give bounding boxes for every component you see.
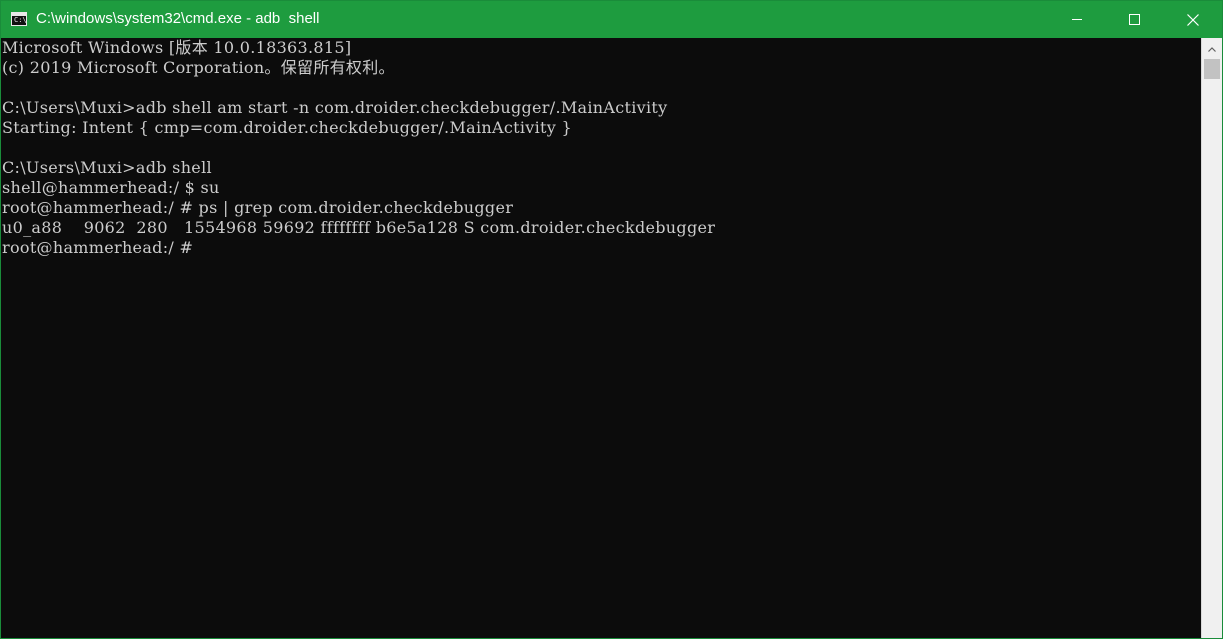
- chevron-up-icon: [1208, 39, 1216, 57]
- console-line: Starting: Intent { cmp=com.droider.check…: [2, 118, 572, 137]
- cmd-window: C:\ C:\windows\system32\cmd.exe - adb sh…: [0, 0, 1223, 639]
- scroll-up-button[interactable]: [1202, 38, 1222, 58]
- console-line: root@hammerhead:/ # ps | grep com.droide…: [2, 198, 514, 217]
- minimize-button[interactable]: [1049, 1, 1105, 38]
- console-line: C:\Users\Muxi>adb shell: [2, 158, 212, 177]
- close-icon: [1186, 13, 1199, 26]
- console-output[interactable]: Microsoft Windows [版本 10.0.18363.815] (c…: [2, 38, 1201, 638]
- console-line: shell@hammerhead:/ $ su: [2, 178, 220, 197]
- vertical-scrollbar[interactable]: [1201, 38, 1222, 638]
- maximize-button[interactable]: [1106, 1, 1162, 38]
- minimize-icon: [1072, 19, 1082, 20]
- window-title: C:\windows\system32\cmd.exe - adb shell: [36, 10, 320, 27]
- console-line: root@hammerhead:/ #: [2, 238, 194, 257]
- scroll-thumb[interactable]: [1204, 59, 1220, 79]
- console-line: Microsoft Windows [版本 10.0.18363.815]: [2, 38, 352, 57]
- console-line: u0_a88 9062 280 1554968 59692 ffffffff b…: [2, 218, 716, 237]
- cmd-icon-text: C:\: [14, 16, 27, 24]
- close-button[interactable]: [1163, 1, 1222, 38]
- cmd-icon[interactable]: C:\: [11, 12, 27, 26]
- title-bar[interactable]: C:\ C:\windows\system32\cmd.exe - adb sh…: [1, 1, 1222, 38]
- console-line: (c) 2019 Microsoft Corporation。保留所有权利。: [2, 58, 395, 77]
- console-line: C:\Users\Muxi>adb shell am start -n com.…: [2, 98, 668, 117]
- maximize-icon: [1128, 14, 1140, 25]
